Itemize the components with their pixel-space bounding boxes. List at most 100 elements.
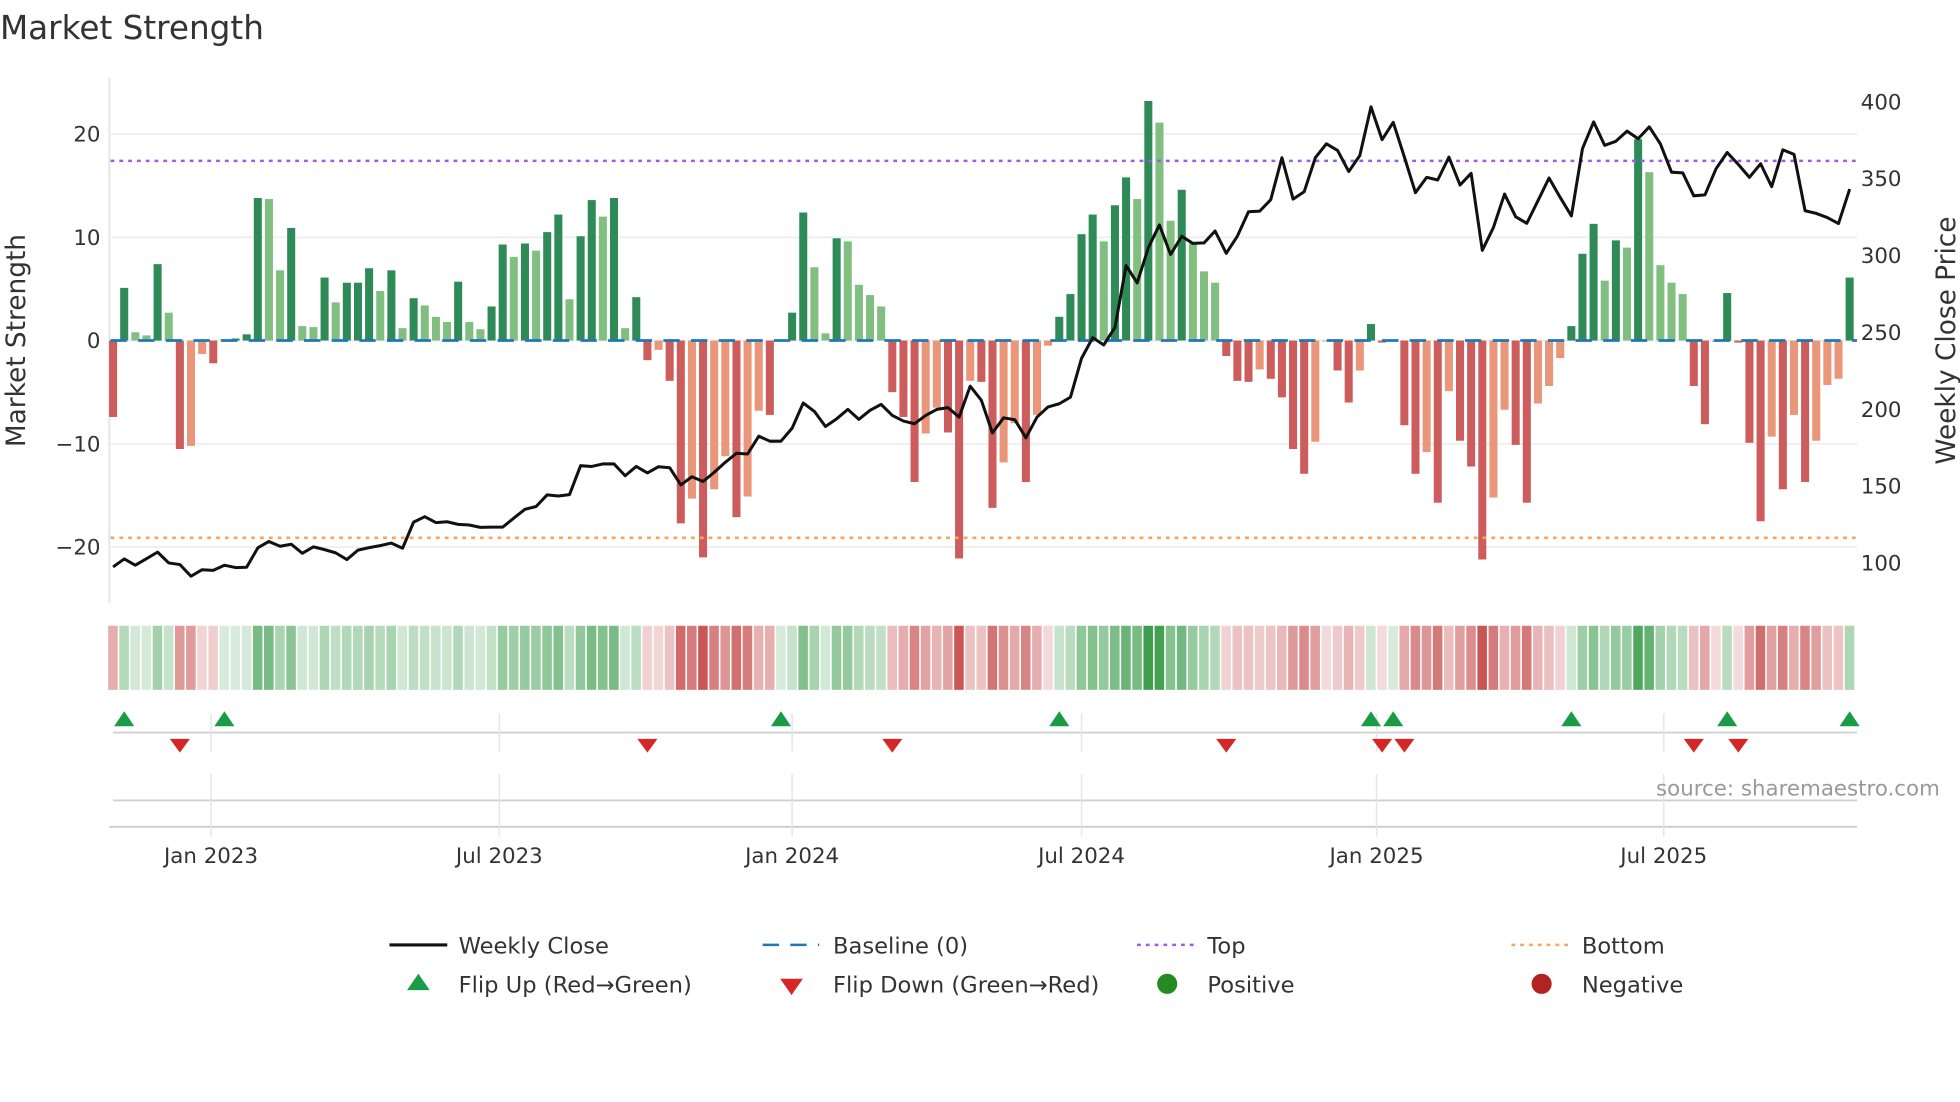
strength-bar bbox=[1211, 282, 1220, 341]
heatmap-cell bbox=[497, 625, 508, 690]
x-tick-label: Jan 2023 bbox=[162, 844, 258, 869]
strength-bar bbox=[877, 306, 886, 341]
legend-item-top[interactable]: Top bbox=[1137, 934, 1246, 960]
heatmap-cell bbox=[1154, 625, 1165, 690]
heatmap-cell bbox=[731, 625, 742, 690]
heatmap-cell bbox=[1610, 625, 1621, 690]
legend-item-weekly-close[interactable]: Weekly Close bbox=[389, 934, 609, 960]
heatmap-cell bbox=[931, 625, 942, 690]
flip-up-marker bbox=[1383, 711, 1404, 727]
chart-title: Market Strength bbox=[0, 9, 264, 47]
heatmap-cell bbox=[998, 625, 1009, 690]
strength-bar bbox=[1533, 340, 1542, 404]
y-tick-label: −10 bbox=[55, 432, 100, 457]
heatmap-cell bbox=[464, 625, 474, 690]
heatmap-cell bbox=[820, 625, 831, 690]
heatmap-cell bbox=[1822, 625, 1833, 690]
y2-tick-label: 100 bbox=[1861, 551, 1902, 576]
heatmap-cell bbox=[397, 625, 408, 690]
legend-item-bottom[interactable]: Bottom bbox=[1511, 934, 1665, 960]
flip-up-marker bbox=[770, 711, 792, 727]
heatmap-cell bbox=[575, 625, 586, 690]
flip-down-marker bbox=[1372, 738, 1393, 753]
strength-bar bbox=[487, 306, 496, 341]
strength-bar bbox=[1745, 340, 1754, 443]
heatmap-cell bbox=[1577, 625, 1588, 690]
strength-bar bbox=[465, 321, 474, 341]
heatmap-cell bbox=[219, 625, 230, 690]
strength-bar bbox=[1289, 340, 1298, 449]
strength-heatmap-strip bbox=[108, 625, 1855, 690]
strength-bar bbox=[1767, 340, 1776, 437]
heatmap-cell bbox=[564, 625, 575, 690]
strength-bar bbox=[1244, 340, 1253, 382]
heatmap-cell bbox=[1555, 625, 1565, 690]
strength-bar bbox=[1656, 265, 1665, 341]
strength-bar bbox=[754, 340, 763, 411]
legend-label: Negative bbox=[1582, 973, 1683, 999]
strength-bar bbox=[1277, 340, 1286, 398]
heatmap-cell bbox=[1455, 625, 1465, 690]
strength-bar bbox=[1344, 340, 1353, 403]
heatmap-cell bbox=[1466, 625, 1476, 690]
heatmap-cell bbox=[1844, 625, 1855, 690]
strength-bar bbox=[376, 290, 385, 341]
strength-bar bbox=[1678, 294, 1687, 341]
heatmap-cell bbox=[909, 625, 920, 690]
heatmap-cell bbox=[1533, 625, 1543, 690]
legend-item-negative[interactable]: Negative bbox=[1531, 973, 1684, 999]
heatmap-cell bbox=[1277, 625, 1287, 690]
y-axis-label: Market Strength bbox=[2, 234, 32, 447]
legend-item-flip-down[interactable]: Flip Down (Green→Red) bbox=[780, 973, 1099, 999]
heatmap-cell bbox=[1566, 625, 1576, 690]
flip-up-marker bbox=[1049, 711, 1070, 727]
legend-item-baseline[interactable]: Baseline (0) bbox=[762, 934, 968, 960]
heatmap-cell bbox=[442, 625, 452, 690]
strength-bar bbox=[209, 340, 218, 364]
heatmap-cell bbox=[1343, 625, 1354, 690]
y-tick-label: 10 bbox=[73, 226, 100, 251]
heatmap-cell bbox=[486, 625, 497, 690]
strength-bar bbox=[554, 214, 563, 341]
triangle-up-icon bbox=[407, 973, 430, 991]
heatmap-cell bbox=[1421, 625, 1432, 690]
strength-bar bbox=[843, 241, 852, 341]
x-tick-label: Jul 2023 bbox=[454, 844, 543, 869]
strength-bar bbox=[832, 238, 841, 341]
heatmap-cell bbox=[163, 625, 174, 690]
y2-axis-label: Weekly Close Price bbox=[1932, 216, 1960, 464]
heatmap-cell bbox=[1711, 625, 1721, 690]
heatmap-cell bbox=[709, 625, 719, 690]
strength-bars bbox=[109, 100, 1854, 560]
legend-item-flip-up[interactable]: Flip Up (Red→Green) bbox=[407, 973, 692, 999]
strength-bar bbox=[576, 236, 585, 341]
strength-bar bbox=[120, 287, 129, 341]
heatmap-cell bbox=[1744, 625, 1755, 690]
strength-bar bbox=[287, 227, 296, 341]
heatmap-cell bbox=[353, 625, 363, 690]
heatmap-cell bbox=[297, 625, 307, 690]
legend-item-positive[interactable]: Positive bbox=[1157, 973, 1295, 999]
strength-bar bbox=[665, 340, 674, 381]
heatmap-cell bbox=[675, 625, 686, 690]
heatmap-cell bbox=[854, 625, 864, 690]
heatmap-cell bbox=[742, 625, 753, 690]
flip-markers-panel bbox=[109, 731, 1857, 828]
strength-bar bbox=[866, 295, 875, 341]
heatmap-cell bbox=[1165, 625, 1176, 690]
heatmap-cell bbox=[141, 625, 152, 690]
strength-bar bbox=[1188, 243, 1197, 341]
flip-down-marker bbox=[882, 738, 903, 753]
strength-bar bbox=[1021, 340, 1030, 483]
heatmap-cell bbox=[430, 625, 441, 690]
strength-bar bbox=[420, 305, 429, 341]
heatmap-cell bbox=[174, 625, 185, 690]
heatmap-cell bbox=[1199, 625, 1209, 690]
strength-bar bbox=[331, 302, 340, 341]
heatmap-cell bbox=[1800, 625, 1810, 690]
strength-bar bbox=[186, 340, 196, 446]
strength-bar bbox=[587, 200, 596, 341]
strength-bar bbox=[1734, 340, 1743, 343]
heatmap-cell bbox=[319, 625, 330, 690]
strength-bar bbox=[1478, 340, 1487, 560]
